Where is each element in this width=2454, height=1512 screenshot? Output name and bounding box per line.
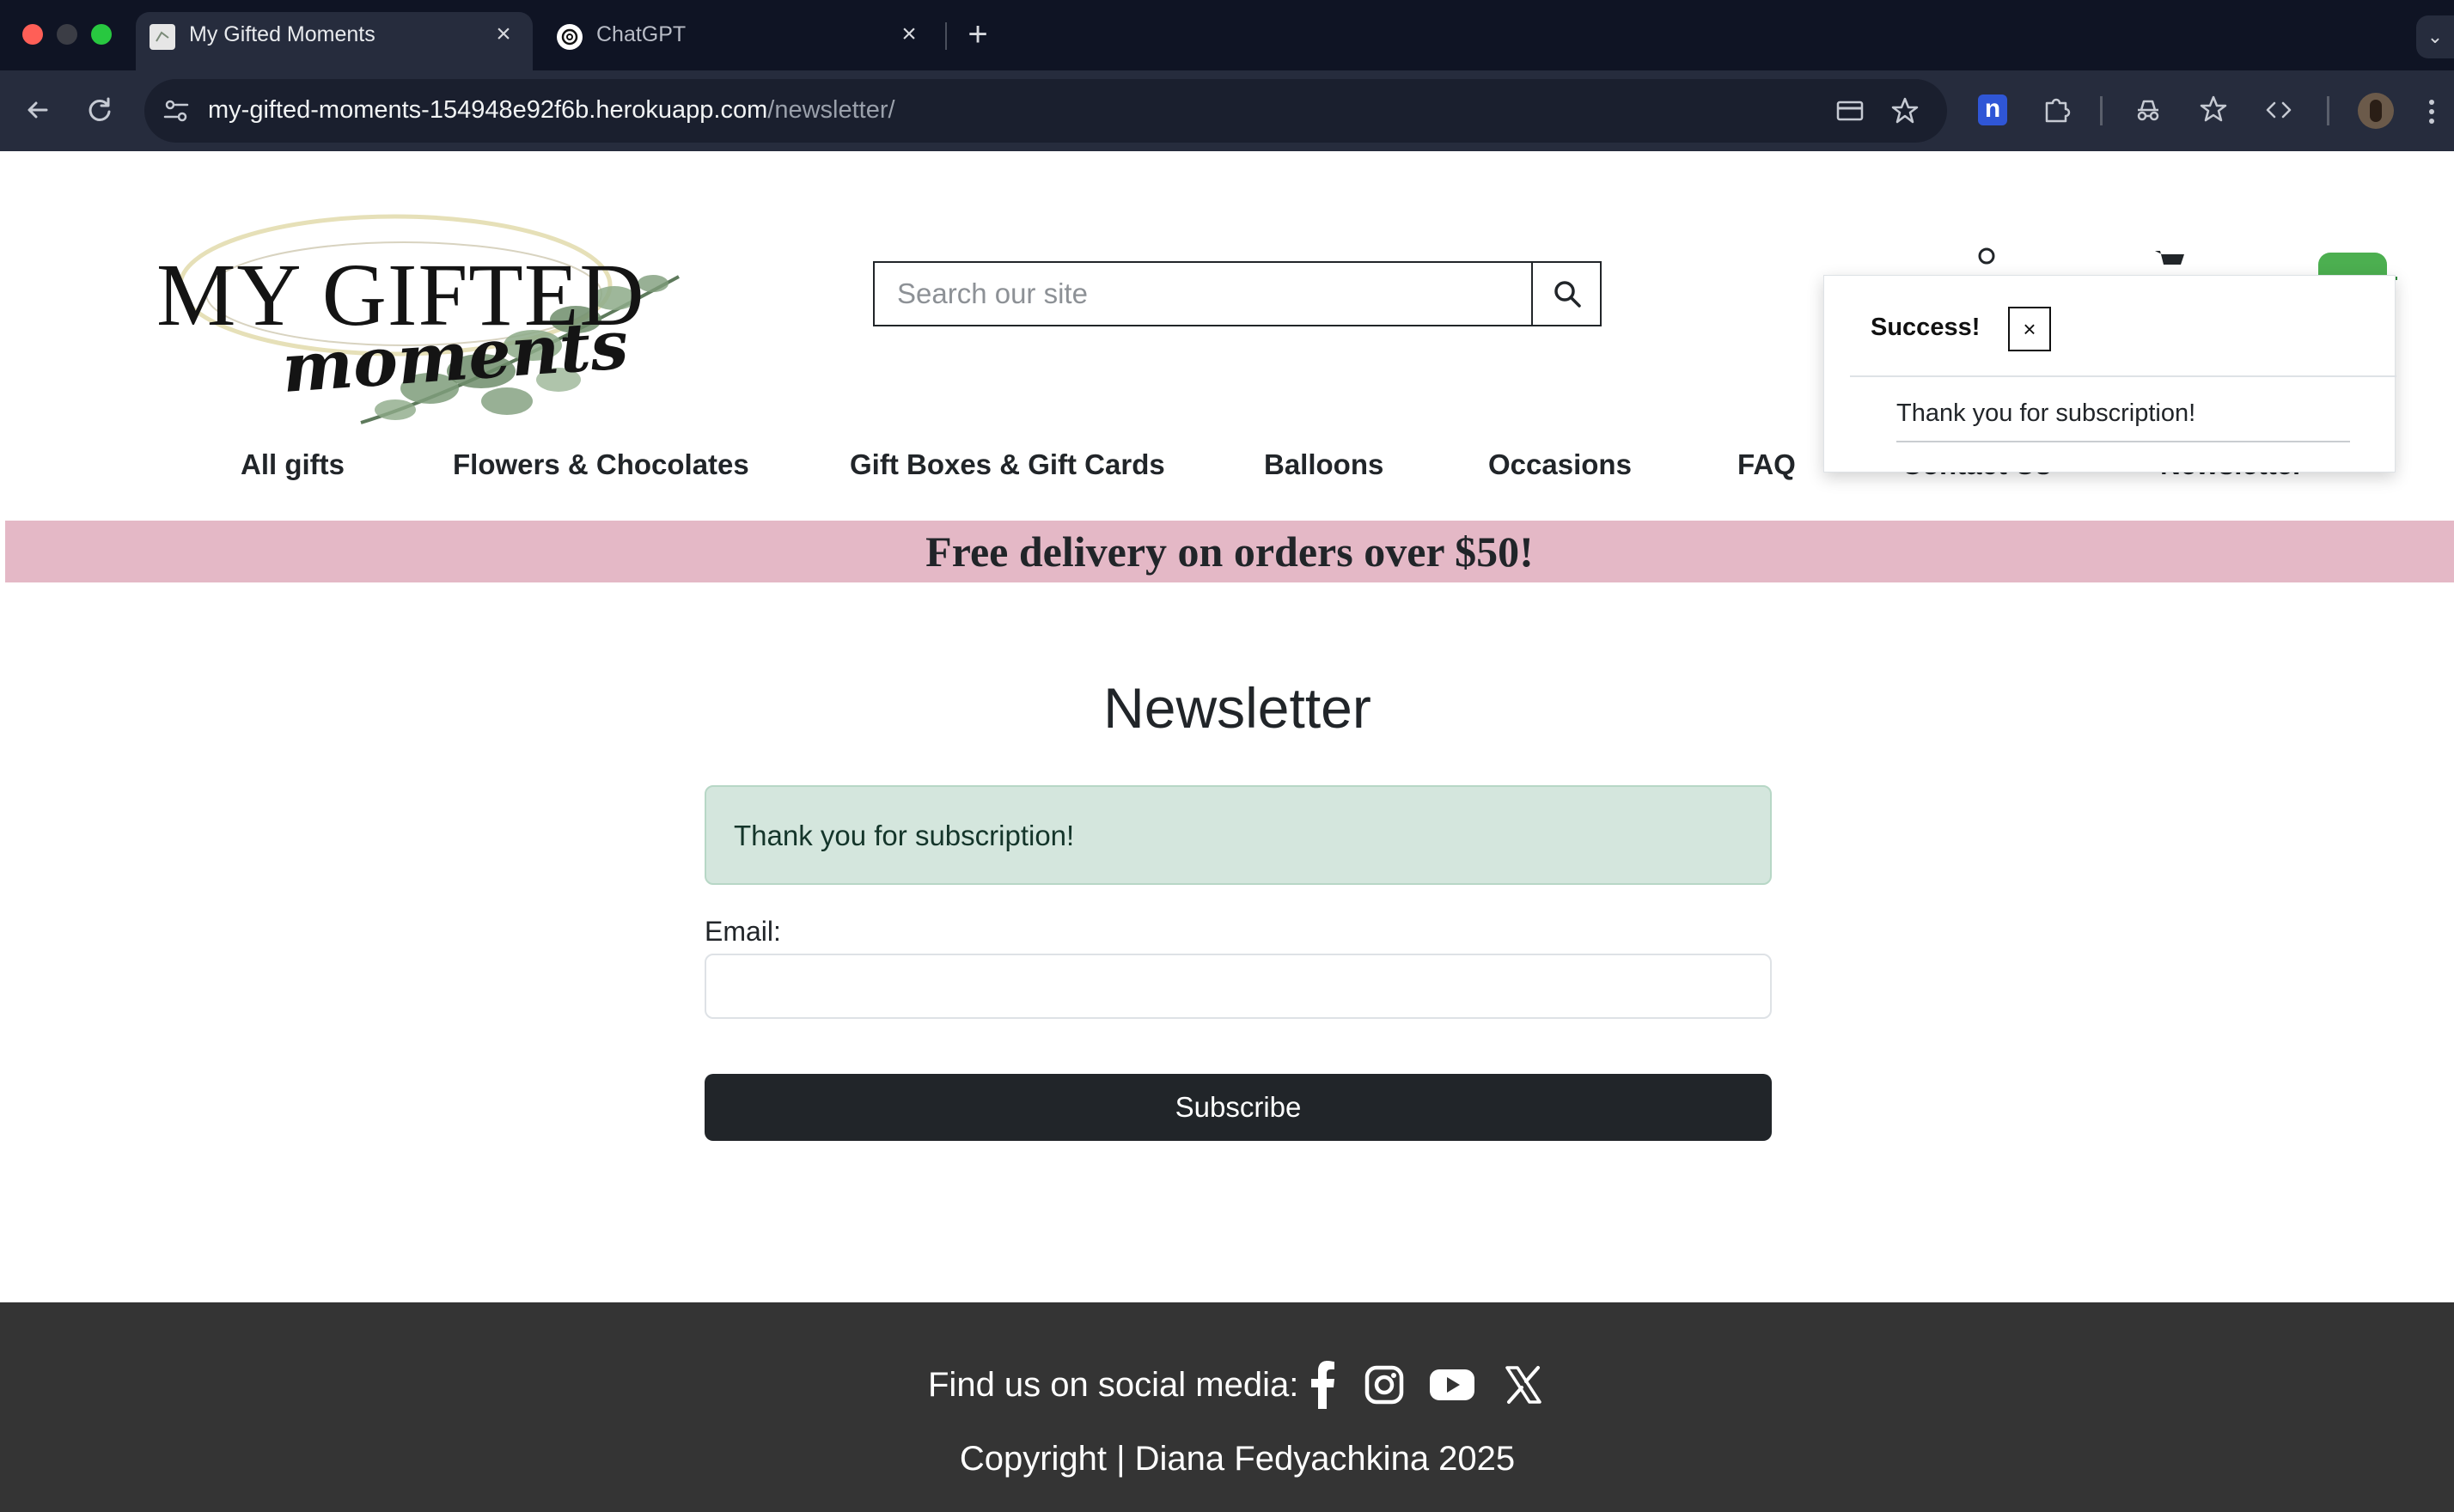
tab-separator: [945, 22, 947, 50]
url-host: my-gifted-moments-154948e92f6b.herokuapp…: [208, 96, 768, 124]
site-favicon-icon: [150, 24, 175, 50]
browser-tab-bar: My Gifted Moments × ChatGPT × + ⌄: [0, 0, 2454, 70]
toolbar-separator: [2327, 96, 2329, 125]
maximize-window-button[interactable]: [91, 24, 112, 45]
page: MY GIFTED moments All gifts Flowers & Ch…: [0, 151, 2454, 1512]
footer: Find us on social media: Copyright | Dia…: [0, 1302, 2454, 1512]
search-button[interactable]: [1531, 263, 1600, 325]
kebab-menu-icon[interactable]: [2423, 94, 2440, 129]
search-icon: [1554, 281, 1581, 308]
new-tab-button[interactable]: +: [961, 15, 995, 53]
close-tab-icon[interactable]: ×: [490, 21, 517, 48]
profile-avatar[interactable]: [2358, 93, 2394, 129]
facebook-icon[interactable]: [1309, 1361, 1335, 1409]
page-title: Newsletter: [1103, 676, 1371, 740]
toast-title: Success!: [1871, 314, 1981, 341]
toast-close-button[interactable]: ×: [2008, 307, 2051, 351]
email-field[interactable]: [705, 954, 1772, 1019]
success-alert: Thank you for subscription!: [705, 785, 1772, 885]
toast-message: Thank you for subscription!: [1896, 399, 2350, 442]
success-toast: Success! × Thank you for subscription!: [1823, 275, 2396, 472]
promo-text: Free delivery on orders over $50!: [925, 527, 1534, 576]
back-icon[interactable]: [19, 91, 57, 129]
nav-item-balloons[interactable]: Balloons: [1264, 448, 1383, 481]
card-icon[interactable]: [1834, 94, 1866, 127]
cart-icon[interactable]: [2153, 249, 2188, 275]
tab-chatgpt[interactable]: ChatGPT ×: [543, 12, 938, 70]
youtube-icon[interactable]: [1428, 1361, 1476, 1409]
copyright-text: Copyright | Diana Fedyachkina 2025: [959, 1440, 1516, 1478]
star-check-icon[interactable]: [2196, 93, 2231, 127]
close-window-button[interactable]: [22, 24, 43, 45]
bookmark-star-icon[interactable]: [1889, 94, 1921, 127]
url-text: my-gifted-moments-154948e92f6b.herokuapp…: [208, 96, 895, 125]
nav-item-occasions[interactable]: Occasions: [1488, 448, 1632, 481]
nav-item-gift-boxes[interactable]: Gift Boxes & Gift Cards: [850, 448, 1165, 481]
extension-n-icon[interactable]: n: [1978, 94, 2007, 125]
subscribe-button[interactable]: Subscribe: [705, 1074, 1772, 1141]
tab-title: My Gifted Moments: [189, 22, 375, 46]
promo-banner: Free delivery on orders over $50!: [5, 521, 2454, 582]
tab-my-gifted-moments[interactable]: My Gifted Moments ×: [136, 12, 533, 70]
minimize-window-button[interactable]: [57, 24, 77, 45]
site-search: [873, 261, 1602, 326]
address-bar[interactable]: my-gifted-moments-154948e92f6b.herokuapp…: [144, 79, 1947, 143]
url-path: /newsletter/: [767, 96, 895, 124]
extensions-puzzle-icon[interactable]: [2040, 93, 2074, 127]
x-icon[interactable]: [1504, 1361, 1543, 1409]
account-icon[interactable]: [1976, 246, 1997, 266]
nav-item-all-gifts[interactable]: All gifts: [241, 448, 345, 481]
nav-item-faq[interactable]: FAQ: [1737, 448, 1796, 481]
tab-title: ChatGPT: [596, 22, 687, 46]
email-label: Email:: [705, 916, 781, 947]
social-media-label: Find us on social media:: [928, 1366, 1299, 1404]
reload-icon[interactable]: [81, 91, 119, 129]
code-icon[interactable]: [2262, 93, 2296, 127]
chatgpt-favicon-icon: [557, 24, 583, 50]
search-input[interactable]: [875, 263, 1531, 325]
site-info-icon[interactable]: [160, 94, 192, 127]
close-tab-icon[interactable]: ×: [895, 21, 923, 48]
incognito-icon[interactable]: [2131, 93, 2165, 127]
site-logo[interactable]: MY GIFTED moments: [146, 174, 696, 431]
tab-search-chevron-icon[interactable]: ⌄: [2416, 15, 2454, 58]
toolbar-separator: [2100, 96, 2103, 125]
toast-header: Success! ×: [1850, 307, 2396, 377]
cart-total-badge[interactable]: [2318, 253, 2387, 277]
instagram-icon[interactable]: [1364, 1361, 1404, 1409]
alert-message: Thank you for subscription!: [734, 820, 1075, 851]
nav-item-flowers-chocolates[interactable]: Flowers & Chocolates: [453, 448, 749, 481]
browser-toolbar: my-gifted-moments-154948e92f6b.herokuapp…: [0, 70, 2454, 151]
